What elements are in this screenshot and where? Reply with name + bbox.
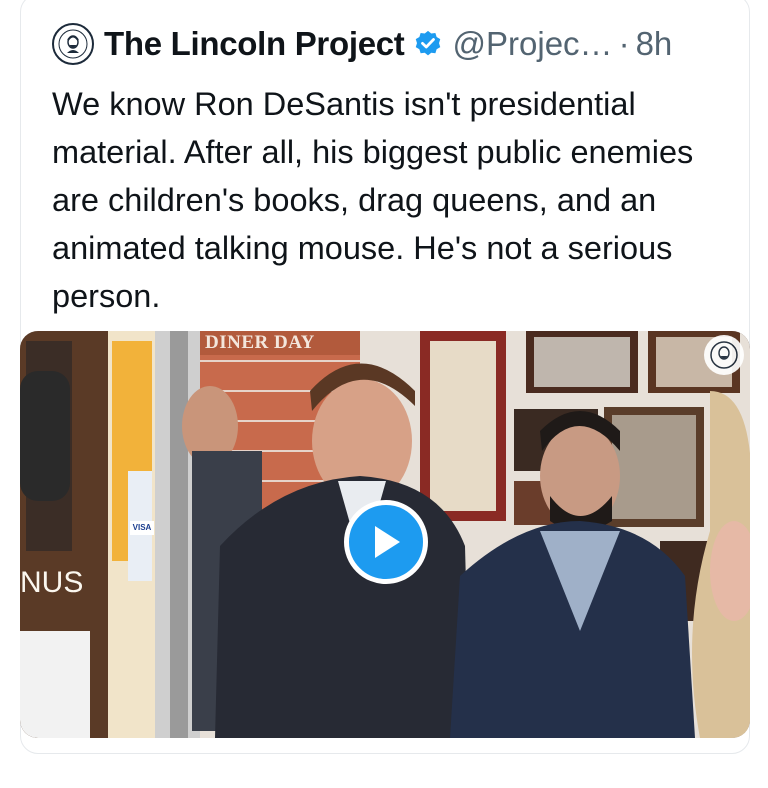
play-button[interactable] [344, 500, 428, 584]
card-label-visa: VISA [130, 521, 154, 535]
separator-dot: · [618, 25, 630, 62]
lincoln-portrait-icon [58, 29, 88, 59]
tweet-header: The Lincoln Project @Projec… · 8h [52, 22, 672, 66]
author-name[interactable]: The Lincoln Project [104, 25, 405, 63]
watermark-avatar-icon [704, 335, 744, 375]
diner-sign-text: DINER DAY [205, 332, 315, 353]
timestamp[interactable]: 8h [636, 25, 673, 63]
avatar[interactable] [52, 23, 94, 65]
door-sign-text: NUS [20, 566, 84, 599]
tweet-text: We know Ron DeSantis isn't presidential … [52, 86, 694, 314]
play-icon [375, 526, 400, 558]
verified-badge-icon [413, 29, 443, 59]
author-handle[interactable]: @Projec… [453, 25, 613, 63]
